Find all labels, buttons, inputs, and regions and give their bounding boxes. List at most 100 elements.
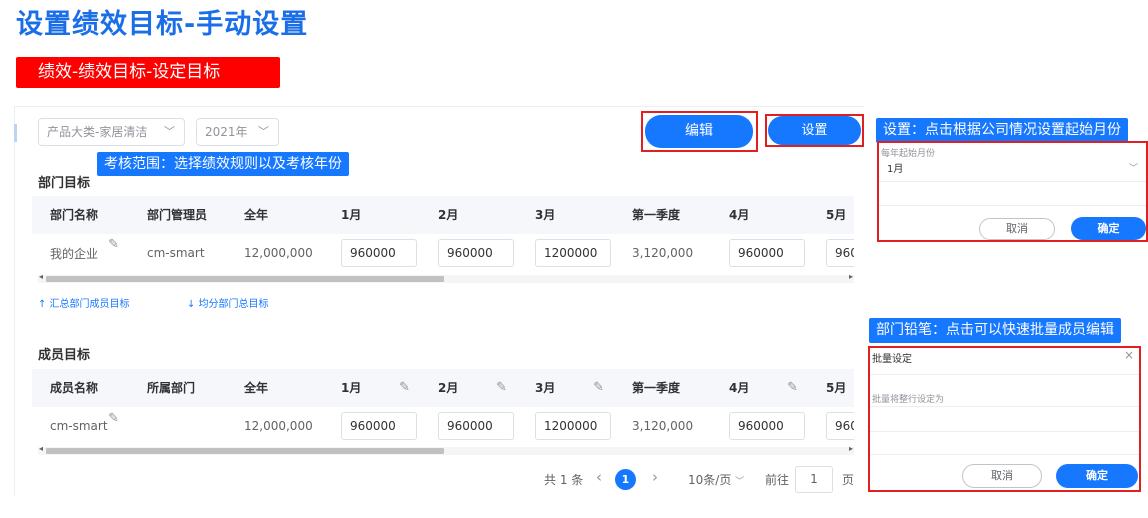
dept-table-header: 部门名称 部门管理员 全年 1月 2月 3月 第一季度 4月 5月 <box>32 196 854 234</box>
left-accent <box>14 124 17 142</box>
col-header: 所属部门 <box>147 381 196 395</box>
pencil-icon[interactable]: ✎ <box>496 369 507 407</box>
member-horizontal-scrollbar[interactable]: ◂ ▸ <box>38 444 854 455</box>
goto-input[interactable]: 1 <box>795 466 833 493</box>
member-name-cell: cm-smart ✎ <box>32 411 129 433</box>
col-header-month: 4月 ✎ <box>711 369 808 407</box>
col-header: 成员名称 <box>50 381 99 395</box>
col-header: 4月 <box>729 381 750 395</box>
cancel-button[interactable]: 取消 <box>979 218 1055 240</box>
chevron-down-icon: ﹀ <box>1128 164 1138 174</box>
chevron-down-icon: ﹀ <box>735 477 745 487</box>
scroll-thumb[interactable] <box>46 448 444 454</box>
cancel-button[interactable]: 取消 <box>962 464 1042 488</box>
month-input[interactable]: 960000 <box>729 239 805 267</box>
chevron-right-icon[interactable]: › <box>652 468 658 486</box>
confirm-button[interactable]: 确定 <box>1056 464 1138 488</box>
dept-table: 部门名称 部门管理员 全年 1月 2月 3月 第一季度 4月 5月 我的企业 ✎… <box>32 196 854 272</box>
pencil-callout: 部门铅笔：点击可以快速批量成员编辑 <box>869 318 1121 343</box>
col-header: 全年 <box>244 208 269 222</box>
divider <box>870 374 1139 375</box>
chevron-left-icon[interactable]: ‹ <box>596 468 602 486</box>
dept-name: 我的企业 <box>50 246 99 261</box>
col-header: 部门名称 <box>50 208 99 222</box>
breadcrumb: 绩效-绩效目标-设定目标 <box>16 57 280 88</box>
chevron-down-icon: ﹀ <box>258 125 269 138</box>
goto-label: 前往 <box>765 473 790 487</box>
start-month-dialog: 每年起始月份 1月 ﹀ 取消 确定 <box>877 141 1148 242</box>
member-section-title: 成员目标 <box>38 348 91 363</box>
month-cell: 960000 <box>420 239 517 267</box>
member-name: cm-smart <box>50 419 108 433</box>
pencil-icon[interactable]: ✎ <box>108 411 119 426</box>
scroll-right-icon[interactable]: ▸ <box>849 444 853 453</box>
month-input[interactable]: 960000 <box>438 239 514 267</box>
month-cell: 960000 <box>711 412 808 440</box>
col-header: 1月 <box>341 208 362 222</box>
month-input[interactable]: 1200000 <box>535 412 611 440</box>
dept-section-title: 部门目标 <box>38 176 91 191</box>
settings-callout: 设置：点击根据公司情况设置起始月份 <box>876 118 1128 143</box>
month-input[interactable]: 960000 <box>729 412 805 440</box>
batch-value-input[interactable] <box>870 406 1139 432</box>
pencil-icon[interactable]: ✎ <box>593 369 604 407</box>
col-header: 1月 <box>341 381 362 395</box>
month-input[interactable]: 960000 <box>438 412 514 440</box>
col-header-month: 1月 ✎ <box>323 369 420 407</box>
member-year-total: 12,000,000 <box>244 419 313 433</box>
table-row: cm-smart ✎ 12,000,000 960000 960000 1200… <box>32 407 854 445</box>
month-cell: 960000 <box>420 412 517 440</box>
page-1-button[interactable]: 1 <box>615 469 636 490</box>
batch-set-dialog: 批量设定 × 批量将整行设定为 取消 确定 <box>868 346 1141 492</box>
col-header: 第一季度 <box>632 381 681 395</box>
col-header: 2月 <box>438 208 459 222</box>
page-title: 设置绩效目标-手动设置 <box>16 9 309 40</box>
col-header-month: 2月 ✎ <box>420 369 517 407</box>
col-header: 5月 <box>826 381 847 395</box>
month-input[interactable]: 1200000 <box>535 239 611 267</box>
col-header: 3月 <box>535 381 556 395</box>
quarter-total: 3,120,000 <box>632 419 694 433</box>
split-total-link[interactable]: ↓ 均分部门总目标 <box>187 295 269 310</box>
month-cell: 960000 <box>323 239 420 267</box>
pencil-icon[interactable]: ✎ <box>399 369 410 407</box>
month-cell: 1200000 <box>517 239 614 267</box>
scroll-thumb[interactable] <box>46 276 444 282</box>
dept-horizontal-scrollbar[interactable]: ◂ ▸ <box>38 272 854 283</box>
batch-field-label: 批量将整行设定为 <box>872 395 945 405</box>
divider <box>870 454 1139 455</box>
col-header: 2月 <box>438 381 459 395</box>
settings-button[interactable]: 设置 <box>768 116 861 145</box>
col-header: 4月 <box>729 208 750 222</box>
month-cell: 96000 <box>808 239 854 267</box>
member-table-header: 成员名称 所属部门 全年 1月 ✎ 2月 ✎ 3月 ✎ 第一季度 4月 ✎ 5月 <box>32 369 854 407</box>
year-select-value: 2021年 <box>205 125 248 139</box>
col-header: 5月 <box>826 208 847 222</box>
close-icon[interactable]: × <box>1124 348 1134 362</box>
pencil-icon[interactable]: ✎ <box>108 237 119 252</box>
pencil-icon[interactable]: ✎ <box>787 369 798 407</box>
category-select[interactable]: 产品大类-家居清洁 ﹀ <box>38 118 185 146</box>
scroll-right-icon[interactable]: ▸ <box>849 272 853 281</box>
edit-button[interactable]: 编辑 <box>645 115 753 148</box>
month-cell: 96000 <box>808 412 854 440</box>
start-month-value: 1月 <box>887 164 904 175</box>
start-month-select[interactable]: 1月 ﹀ <box>879 157 1146 182</box>
month-cell: 960000 <box>711 239 808 267</box>
confirm-button[interactable]: 确定 <box>1071 217 1146 240</box>
col-header: 部门管理员 <box>147 208 208 222</box>
dept-name-cell: 我的企业 ✎ <box>32 237 129 262</box>
month-input[interactable]: 96000 <box>826 412 854 440</box>
page-size-select[interactable]: 10条/页 ﹀ <box>688 470 744 492</box>
dept-admin: cm-smart <box>147 246 205 260</box>
scroll-left-icon[interactable]: ◂ <box>39 272 43 281</box>
table-row: 我的企业 ✎ cm-smart 12,000,000 960000 960000… <box>32 234 854 272</box>
pagination-total: 共 1 条 <box>544 473 584 487</box>
month-input[interactable]: 960000 <box>341 412 417 440</box>
year-select[interactable]: 2021年 ﹀ <box>196 118 279 146</box>
sum-members-link[interactable]: ↑ 汇总部门成员目标 <box>38 295 130 310</box>
month-input[interactable]: 960000 <box>341 239 417 267</box>
page-suffix: 页 <box>842 473 855 487</box>
month-input[interactable]: 96000 <box>826 239 854 267</box>
scroll-left-icon[interactable]: ◂ <box>39 444 43 453</box>
